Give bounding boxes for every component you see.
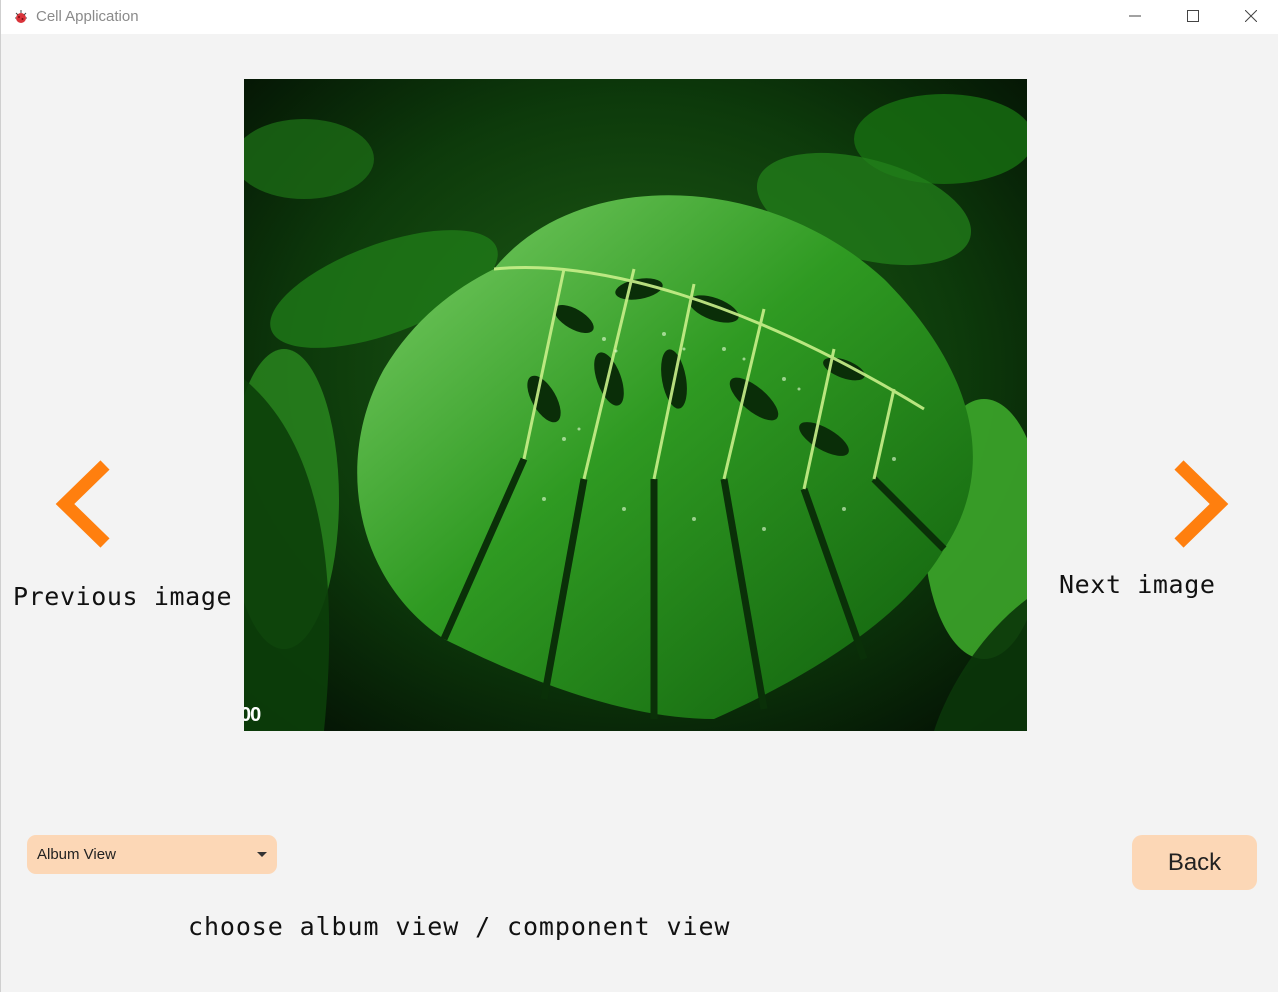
dropdown-selected-value: Album View [37, 846, 116, 863]
minimize-button[interactable] [1106, 0, 1164, 32]
window-title: Cell Application [36, 8, 139, 25]
next-image-label: Next image [1059, 570, 1216, 599]
displayed-image: 00 [244, 79, 1027, 731]
view-mode-hint: choose album view / component view [188, 912, 731, 941]
view-mode-dropdown[interactable]: Album View [27, 835, 277, 874]
previous-image-button[interactable] [53, 459, 113, 549]
image-corner-text: 00 [244, 704, 261, 726]
app-window: Cell Application 00 Previous image Next … [0, 0, 1278, 992]
minimize-icon [1129, 15, 1141, 17]
monstera-leaf-photo [244, 79, 1027, 731]
cell-app-icon [15, 10, 27, 23]
close-icon [1245, 10, 1257, 22]
close-button[interactable] [1222, 0, 1278, 32]
caret-down-icon [257, 852, 267, 857]
back-button[interactable]: Back [1132, 835, 1257, 890]
previous-image-label: Previous image [13, 582, 233, 611]
maximize-button[interactable] [1164, 0, 1222, 32]
next-image-button[interactable] [1171, 459, 1231, 549]
chevron-left-icon [55, 460, 110, 548]
title-bar: Cell Application [1, 0, 1278, 34]
chevron-right-icon [1174, 460, 1229, 548]
maximize-icon [1187, 10, 1199, 22]
